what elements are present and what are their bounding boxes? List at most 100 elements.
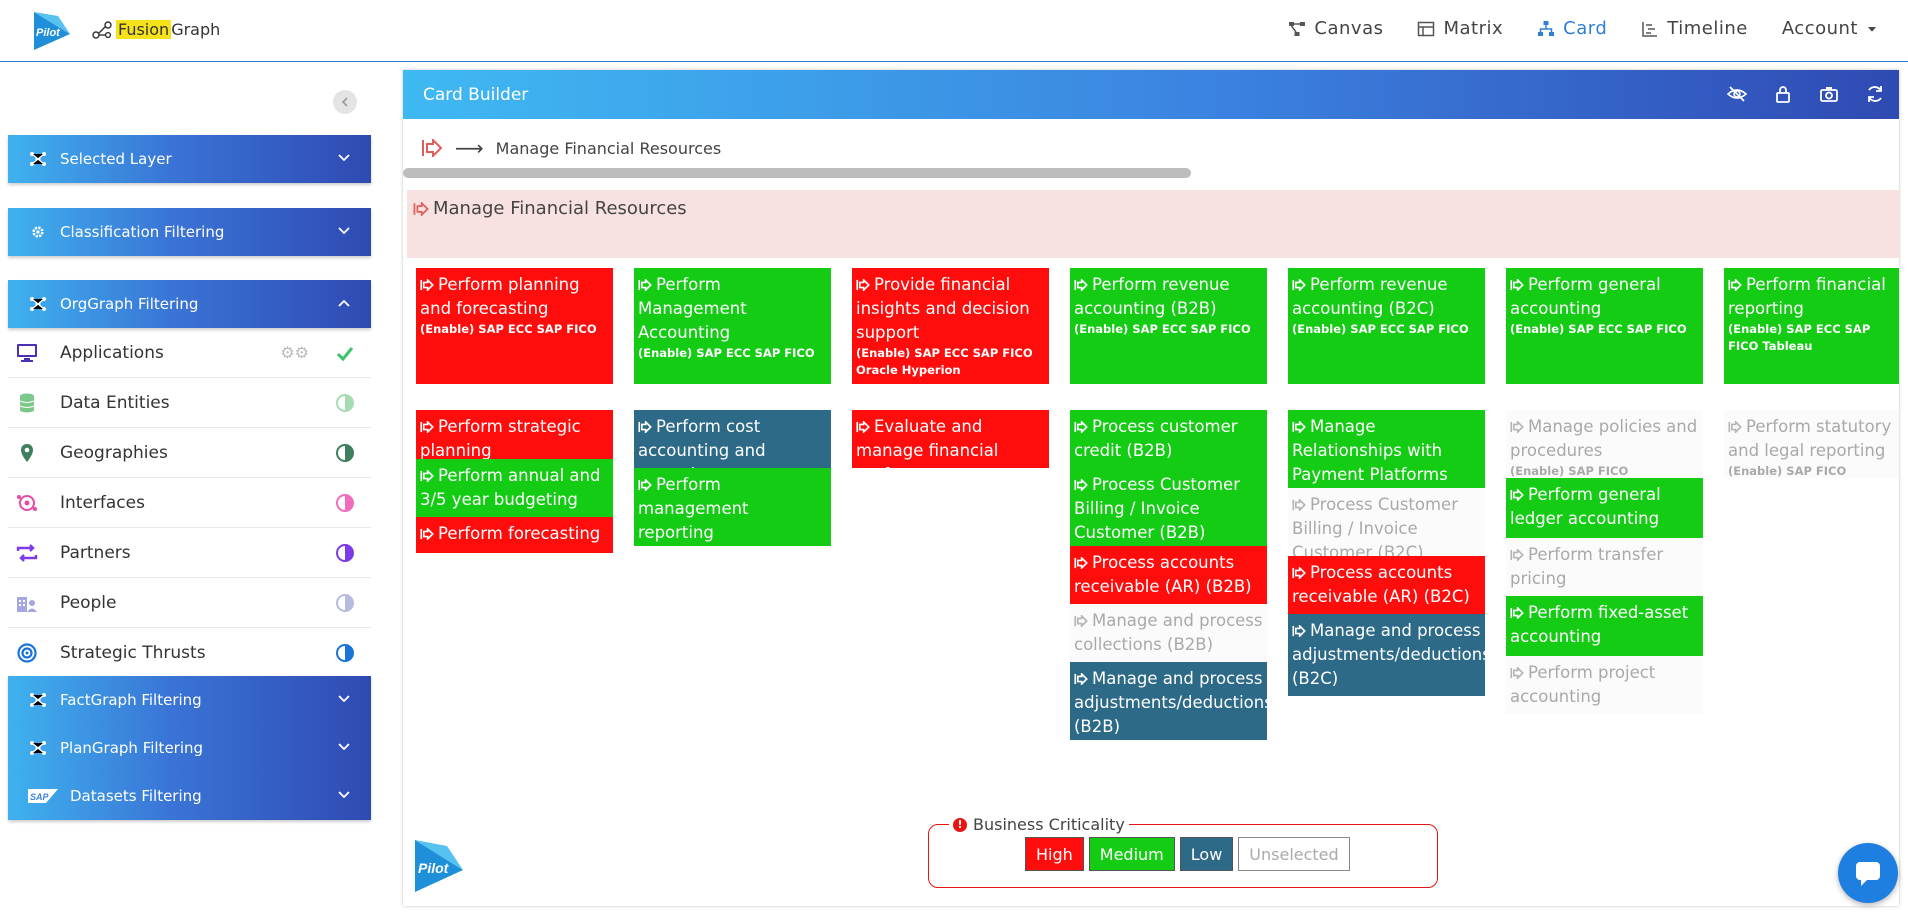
half-circle-toggle-icon[interactable] [335,393,355,413]
process-card-level3[interactable]: Manage Relationships with Payment Platfo… [1288,410,1485,508]
card-title-text: Perform strategic planning [420,417,581,460]
brand-prefix: Fusion [116,20,172,39]
nav-card[interactable]: Card [1537,18,1607,39]
process-card-level2[interactable]: Provide financial insights and decision … [852,268,1049,384]
half-circle-toggle-icon[interactable] [335,593,355,613]
database-icon [14,393,40,413]
datasets-filtering-accordion[interactable]: SAP Datasets Filtering [8,772,371,820]
process-card-level2[interactable]: Perform revenue accounting (B2C) (Enable)… [1288,268,1485,384]
check-icon[interactable] [335,343,355,363]
process-card-level3[interactable]: Manage and process adjustments/deduction… [1288,614,1491,696]
process-card-level3[interactable]: Perform management reporting (Enable) Ora… [634,468,831,560]
nav-canvas[interactable]: Canvas [1288,18,1383,39]
process-card-level3[interactable]: Perform cost accounting and control [634,410,831,484]
process-arrow-icon [1510,667,1524,679]
process-card-level3[interactable]: Perform fixed-asset accounting [1506,596,1703,656]
brand-suffix: Graph [171,20,221,39]
card-title-text: Provide financial insights and decision … [856,275,1030,342]
filter-item-applications[interactable]: Applications ⚙⚙ [8,328,371,378]
process-arrow-icon [1074,557,1088,569]
card-systems: (Enable) SAP ECC SAP FICO [420,322,597,336]
filter-item-interfaces[interactable]: Interfaces [8,478,371,528]
process-card-level3[interactable]: Perform strategic planning [416,410,613,460]
legend-unselected-button[interactable]: Unselected [1238,837,1350,871]
process-card-level3[interactable]: Perform forecasting [416,517,613,553]
process-card-level3[interactable]: Manage policies and procedures (Enable) S… [1506,410,1703,478]
process-card-level3[interactable]: Evaluate and manage financial performanc… [852,410,1049,484]
lock-icon[interactable] [1773,84,1793,104]
breadcrumb-item[interactable]: Manage Financial Resources [496,139,722,158]
process-card-level3[interactable]: Process accounts receivable (AR) (B2C) [1288,556,1485,614]
process-card-level3[interactable]: Process Customer Billing / Invoice Custo… [1288,488,1485,562]
collapse-sidebar-button[interactable] [333,90,357,114]
filter-item-strategic-thrusts[interactable]: Strategic Thrusts [8,628,371,678]
process-card-level3[interactable]: Perform transfer pricing [1506,538,1703,596]
process-card-level3[interactable]: Perform statutory and legal reporting (En… [1724,410,1899,478]
horizontal-scrollbar[interactable] [403,168,1191,178]
chat-button[interactable] [1838,843,1898,903]
orggraph-filtering-accordion[interactable]: OrgGraph Filtering [8,280,371,328]
gear-icon [26,225,50,239]
card-title: Provide financial insights and decision … [856,273,1045,345]
card-title-text: Perform annual and 3/5 year budgeting [420,466,601,509]
selected-layer-accordion[interactable]: Selected Layer [8,135,371,183]
process-card-level3[interactable]: Process accounts receivable (AR) (B2B) [1070,546,1267,604]
filter-item-label: Strategic Thrusts [60,642,206,663]
card-title-text: Perform management reporting [638,475,749,542]
card-title: Manage and process adjustments/deduction… [1292,619,1491,691]
classification-filtering-label: Classification Filtering [60,223,225,241]
card-title: Perform management reporting [638,473,827,545]
card-title: Perform project accounting [1510,661,1699,709]
plangraph-filtering-accordion[interactable]: PlanGraph Filtering [8,724,371,772]
eye-slash-icon[interactable] [1727,84,1747,104]
process-card-level3[interactable]: Process Customer Billing / Invoice Custo… [1070,468,1267,546]
filter-item-partners[interactable]: Partners [8,528,371,578]
pilot-logo[interactable]: Pilot [32,10,72,52]
legend-high-button[interactable]: High [1025,837,1084,871]
card-title: Manage policies and procedures [1510,415,1699,463]
card-title: Perform planning and forecasting [420,273,609,321]
process-card-level2[interactable]: Perform revenue accounting (B2B) (Enable)… [1070,268,1267,384]
process-arrow-icon [1728,279,1742,291]
process-card-level2[interactable]: Perform planning and forecasting (Enable)… [416,268,613,384]
legend-medium-button[interactable]: Medium [1088,837,1175,871]
nav-matrix-label: Matrix [1443,18,1504,39]
half-circle-toggle-icon[interactable] [335,543,355,563]
filter-item-people[interactable]: People [8,578,371,628]
process-card-level2[interactable]: Perform general accounting (Enable) SAP E… [1506,268,1703,384]
half-circle-toggle-icon[interactable] [335,443,355,463]
card-systems: (Enable) SAP ECC SAP FICO [1510,322,1687,336]
half-circle-toggle-icon[interactable] [335,643,355,663]
card-title: Perform annual and 3/5 year budgeting [420,464,609,512]
process-arrow-icon [1074,279,1088,291]
card-title-text: Perform fixed-asset accounting [1510,603,1689,646]
account-menu[interactable]: Account [1782,18,1878,39]
process-card-level3[interactable]: Manage and process collections (B2B) [1070,604,1267,662]
half-circle-toggle-icon[interactable] [335,493,355,513]
process-arrow-icon [1292,625,1306,637]
filter-item-label: Data Entities [60,392,170,413]
camera-icon[interactable] [1819,84,1839,104]
process-card-level3[interactable]: Manage and process adjustments/deduction… [1070,662,1273,740]
refresh-icon[interactable] [1865,84,1885,104]
network-icon [26,151,50,167]
filter-item-geographies[interactable]: Geographies [8,428,371,478]
filter-item-data-entities[interactable]: Data Entities [8,378,371,428]
nav-card-label: Card [1563,18,1608,39]
factgraph-filtering-accordion[interactable]: FactGraph Filtering [8,676,371,724]
process-card-level3[interactable]: Perform annual and 3/5 year budgeting [416,459,613,517]
process-arrow-icon [1074,673,1088,685]
process-card-level3[interactable]: Perform project accounting [1506,656,1703,714]
process-card-level2[interactable]: Perform Management Accounting (Enable) SA… [634,268,831,384]
legend-low-button[interactable]: Low [1179,837,1234,871]
nav-timeline[interactable]: Timeline [1641,18,1748,39]
settings-gears-icon[interactable]: ⚙⚙ [280,343,309,362]
arrow-right-icon: ⟶ [455,136,484,160]
classification-filtering-accordion[interactable]: Classification Filtering [8,208,371,256]
target-icon [14,642,40,663]
process-card-level3[interactable]: Perform general ledger accounting [1506,478,1703,538]
card-title-text: Perform transfer pricing [1510,545,1664,588]
process-card-level2[interactable]: Perform financial reporting (Enable) SAP … [1724,268,1899,384]
process-card-level3[interactable]: Process customer credit (B2B) [1070,410,1267,468]
nav-matrix[interactable]: Matrix [1417,18,1503,39]
